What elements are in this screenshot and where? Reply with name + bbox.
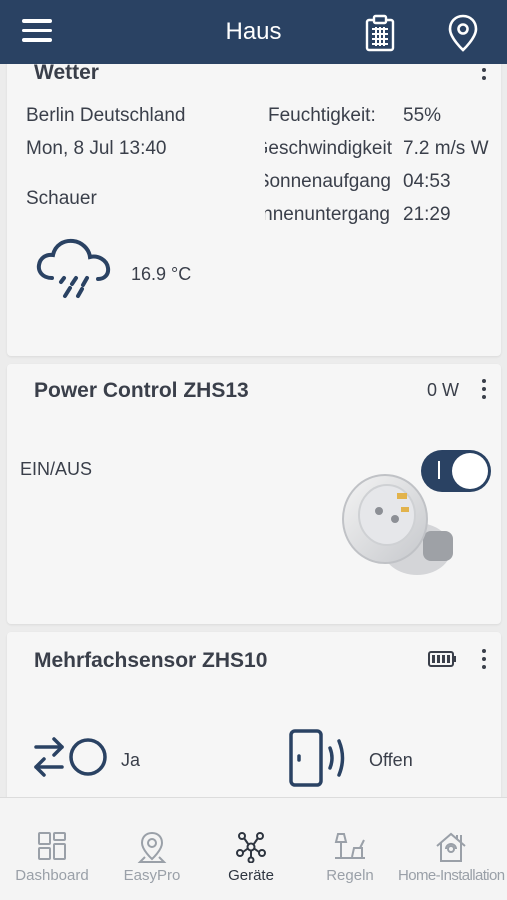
sunset-label: Sonnenuntergang:	[265, 204, 390, 225]
motion-arrows-icon	[34, 737, 107, 777]
home-installation-icon	[436, 832, 466, 862]
switch-label: EIN/AUS	[20, 459, 93, 479]
sunrise-label: Sonnenaufgang:	[265, 171, 391, 192]
humidity-label: Feuchtigkeit:	[268, 105, 376, 126]
app-header: Haus	[0, 0, 507, 64]
rain-cloud-icon	[36, 238, 111, 298]
multisensor-card[interactable]: Mehrfachsensor ZHS10 Ja Offen	[7, 632, 501, 797]
nav-dashboard[interactable]: Dashboard	[4, 798, 100, 900]
devices-network-icon	[236, 832, 266, 863]
location-pin-icon[interactable]	[447, 13, 479, 53]
nav-dashboard-label: Dashboard	[15, 867, 89, 884]
door-open-icon	[289, 729, 345, 787]
nav-home-installation-label: Home-Installation	[398, 867, 505, 884]
motion-value: Ja	[121, 750, 141, 770]
sensor-card-title: Mehrfachsensor ZHS10	[34, 649, 268, 672]
battery-full-icon	[428, 651, 456, 667]
weather-condition: Schauer	[26, 188, 97, 209]
more-options-icon[interactable]	[478, 64, 490, 84]
map-pin-icon	[137, 831, 167, 863]
power-card-title: Power Control ZHS13	[34, 379, 249, 402]
more-options-icon[interactable]	[478, 379, 490, 403]
wind-speed-value: 7.2 m/s W	[403, 138, 489, 159]
wind-speed-label: Geschwindigkeit:	[265, 138, 392, 159]
weather-datetime: Mon, 8 Jul 13:40	[26, 138, 167, 159]
power-reading: 0 W	[427, 380, 460, 400]
temperature-value: 16.9 °C	[131, 264, 192, 284]
rules-icon	[334, 833, 365, 859]
sunset-value: 21:29	[403, 204, 451, 225]
nav-home-installation[interactable]: Home-Installation	[398, 798, 505, 900]
clipboard-icon[interactable]	[364, 14, 396, 52]
nav-easypro[interactable]: EasyPro	[104, 798, 200, 900]
weather-location: Berlin Deutschland	[26, 105, 186, 126]
power-toggle-switch[interactable]	[421, 450, 491, 492]
weather-card[interactable]: Wetter Berlin Deutschland Mon, 8 Jul 13:…	[7, 64, 501, 356]
more-options-icon[interactable]	[478, 649, 490, 673]
dashboard-grid-icon	[38, 832, 66, 860]
nav-geraete-label: Geräte	[228, 867, 274, 884]
weather-card-title: Wetter	[34, 64, 99, 84]
nav-regeln-label: Regeln	[326, 867, 374, 884]
power-control-card[interactable]: Power Control ZHS13 0 W EIN/AUS	[7, 364, 501, 624]
nav-easypro-label: EasyPro	[123, 867, 181, 884]
page-title: Haus	[225, 18, 282, 45]
humidity-value: 55%	[403, 105, 442, 126]
door-value: Offen	[369, 750, 413, 770]
sunrise-value: 04:53	[403, 171, 451, 192]
nav-geraete[interactable]: Geräte	[203, 798, 299, 900]
nav-regeln[interactable]: Regeln	[302, 798, 398, 900]
bottom-navigation: Dashboard EasyPro Geräte Regeln Home-Ins…	[0, 797, 507, 900]
device-list[interactable]: Wetter Berlin Deutschland Mon, 8 Jul 13:…	[0, 64, 507, 797]
